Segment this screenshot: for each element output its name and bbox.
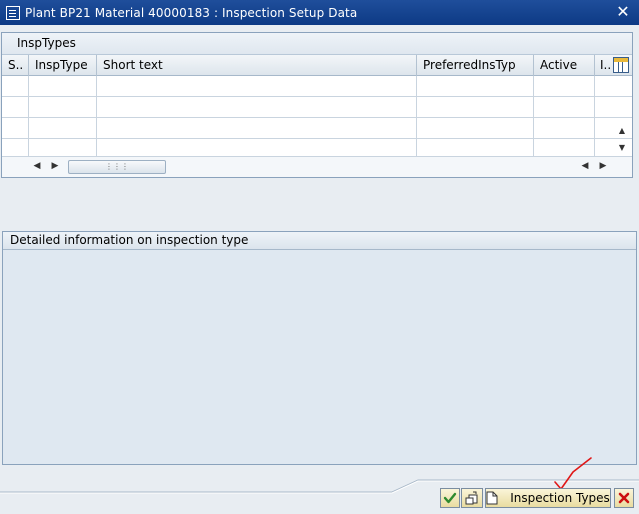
scroll-left-arrow-icon[interactable]: ◀ bbox=[32, 161, 42, 171]
cancel-button[interactable] bbox=[614, 488, 634, 508]
table-cell[interactable] bbox=[534, 118, 595, 138]
table-cell[interactable] bbox=[97, 118, 417, 138]
scroll-right-arrow-icon[interactable]: ▶ bbox=[50, 161, 60, 171]
table-cell[interactable] bbox=[29, 97, 97, 117]
new-document-icon bbox=[486, 491, 498, 505]
table-cell[interactable] bbox=[29, 118, 97, 138]
table-cell[interactable] bbox=[534, 97, 595, 117]
table-cell[interactable] bbox=[29, 139, 97, 157]
horizontal-scrollbar[interactable]: ◀ ▶ ⋮⋮⋮ ◀ ▶ bbox=[2, 158, 632, 176]
scroll-down-arrow-icon[interactable]: ▼ bbox=[616, 142, 628, 154]
column-header-insptype[interactable]: InspType bbox=[29, 55, 97, 76]
table-cell[interactable] bbox=[2, 139, 29, 157]
window-title: Plant BP21 Material 40000183 : Inspectio… bbox=[25, 5, 358, 20]
table-row[interactable] bbox=[2, 118, 632, 139]
insp-types-panel-title: InspTypes bbox=[2, 33, 632, 55]
annotation-checkmark-icon bbox=[554, 457, 592, 490]
table-body bbox=[2, 76, 632, 157]
table-cell[interactable] bbox=[417, 118, 534, 138]
window-titlebar: Plant BP21 Material 40000183 : Inspectio… bbox=[0, 0, 639, 25]
table-cell[interactable] bbox=[417, 97, 534, 117]
inspection-types-button-label: Inspection Types bbox=[510, 491, 610, 505]
close-icon bbox=[618, 492, 630, 504]
column-header-preferred[interactable]: PreferredInsTyp bbox=[417, 55, 534, 76]
detail-panel-title: Detailed information on inspection type bbox=[3, 232, 636, 250]
table-cell[interactable] bbox=[97, 76, 417, 96]
insp-types-panel: InspTypes S.. InspType Short text Prefer… bbox=[1, 32, 633, 178]
table-cell[interactable] bbox=[2, 76, 29, 96]
scroll-up-arrow-icon[interactable]: ▲ bbox=[616, 125, 628, 137]
table-cell[interactable] bbox=[417, 76, 534, 96]
inspection-types-button[interactable]: Inspection Types bbox=[485, 488, 611, 508]
detail-panel: Detailed information on inspection type bbox=[2, 231, 637, 465]
confirm-button[interactable] bbox=[440, 488, 460, 508]
table-row[interactable] bbox=[2, 76, 632, 97]
column-header-short-text[interactable]: Short text bbox=[97, 55, 417, 76]
column-header-i[interactable]: I.. bbox=[595, 55, 613, 76]
close-window-button[interactable]: ✕ bbox=[615, 4, 631, 20]
table-cell[interactable] bbox=[97, 97, 417, 117]
table-cell[interactable] bbox=[2, 97, 29, 117]
window-icon bbox=[6, 5, 20, 20]
copy-button[interactable] bbox=[461, 488, 483, 508]
table-cell[interactable] bbox=[534, 76, 595, 96]
table-cell[interactable] bbox=[97, 139, 417, 157]
column-header-active[interactable]: Active bbox=[534, 55, 595, 76]
horizontal-scroll-thumb[interactable]: ⋮⋮⋮ bbox=[68, 160, 166, 174]
table-row[interactable] bbox=[2, 97, 632, 118]
table-cell[interactable] bbox=[534, 139, 595, 157]
table-cell[interactable] bbox=[29, 76, 97, 96]
column-header-status[interactable]: S.. bbox=[2, 55, 29, 76]
table-settings-icon[interactable] bbox=[613, 57, 629, 73]
table-row[interactable] bbox=[2, 139, 632, 157]
checkmark-icon bbox=[443, 492, 457, 504]
table-cell[interactable] bbox=[417, 139, 534, 157]
scroll-left-arrow-icon-2[interactable]: ◀ bbox=[580, 161, 590, 171]
scroll-right-arrow-icon-2[interactable]: ▶ bbox=[598, 161, 608, 171]
table-header: S.. InspType Short text PreferredInsTyp … bbox=[2, 55, 632, 76]
copy-icon bbox=[465, 491, 478, 505]
table-cell[interactable] bbox=[2, 118, 29, 138]
